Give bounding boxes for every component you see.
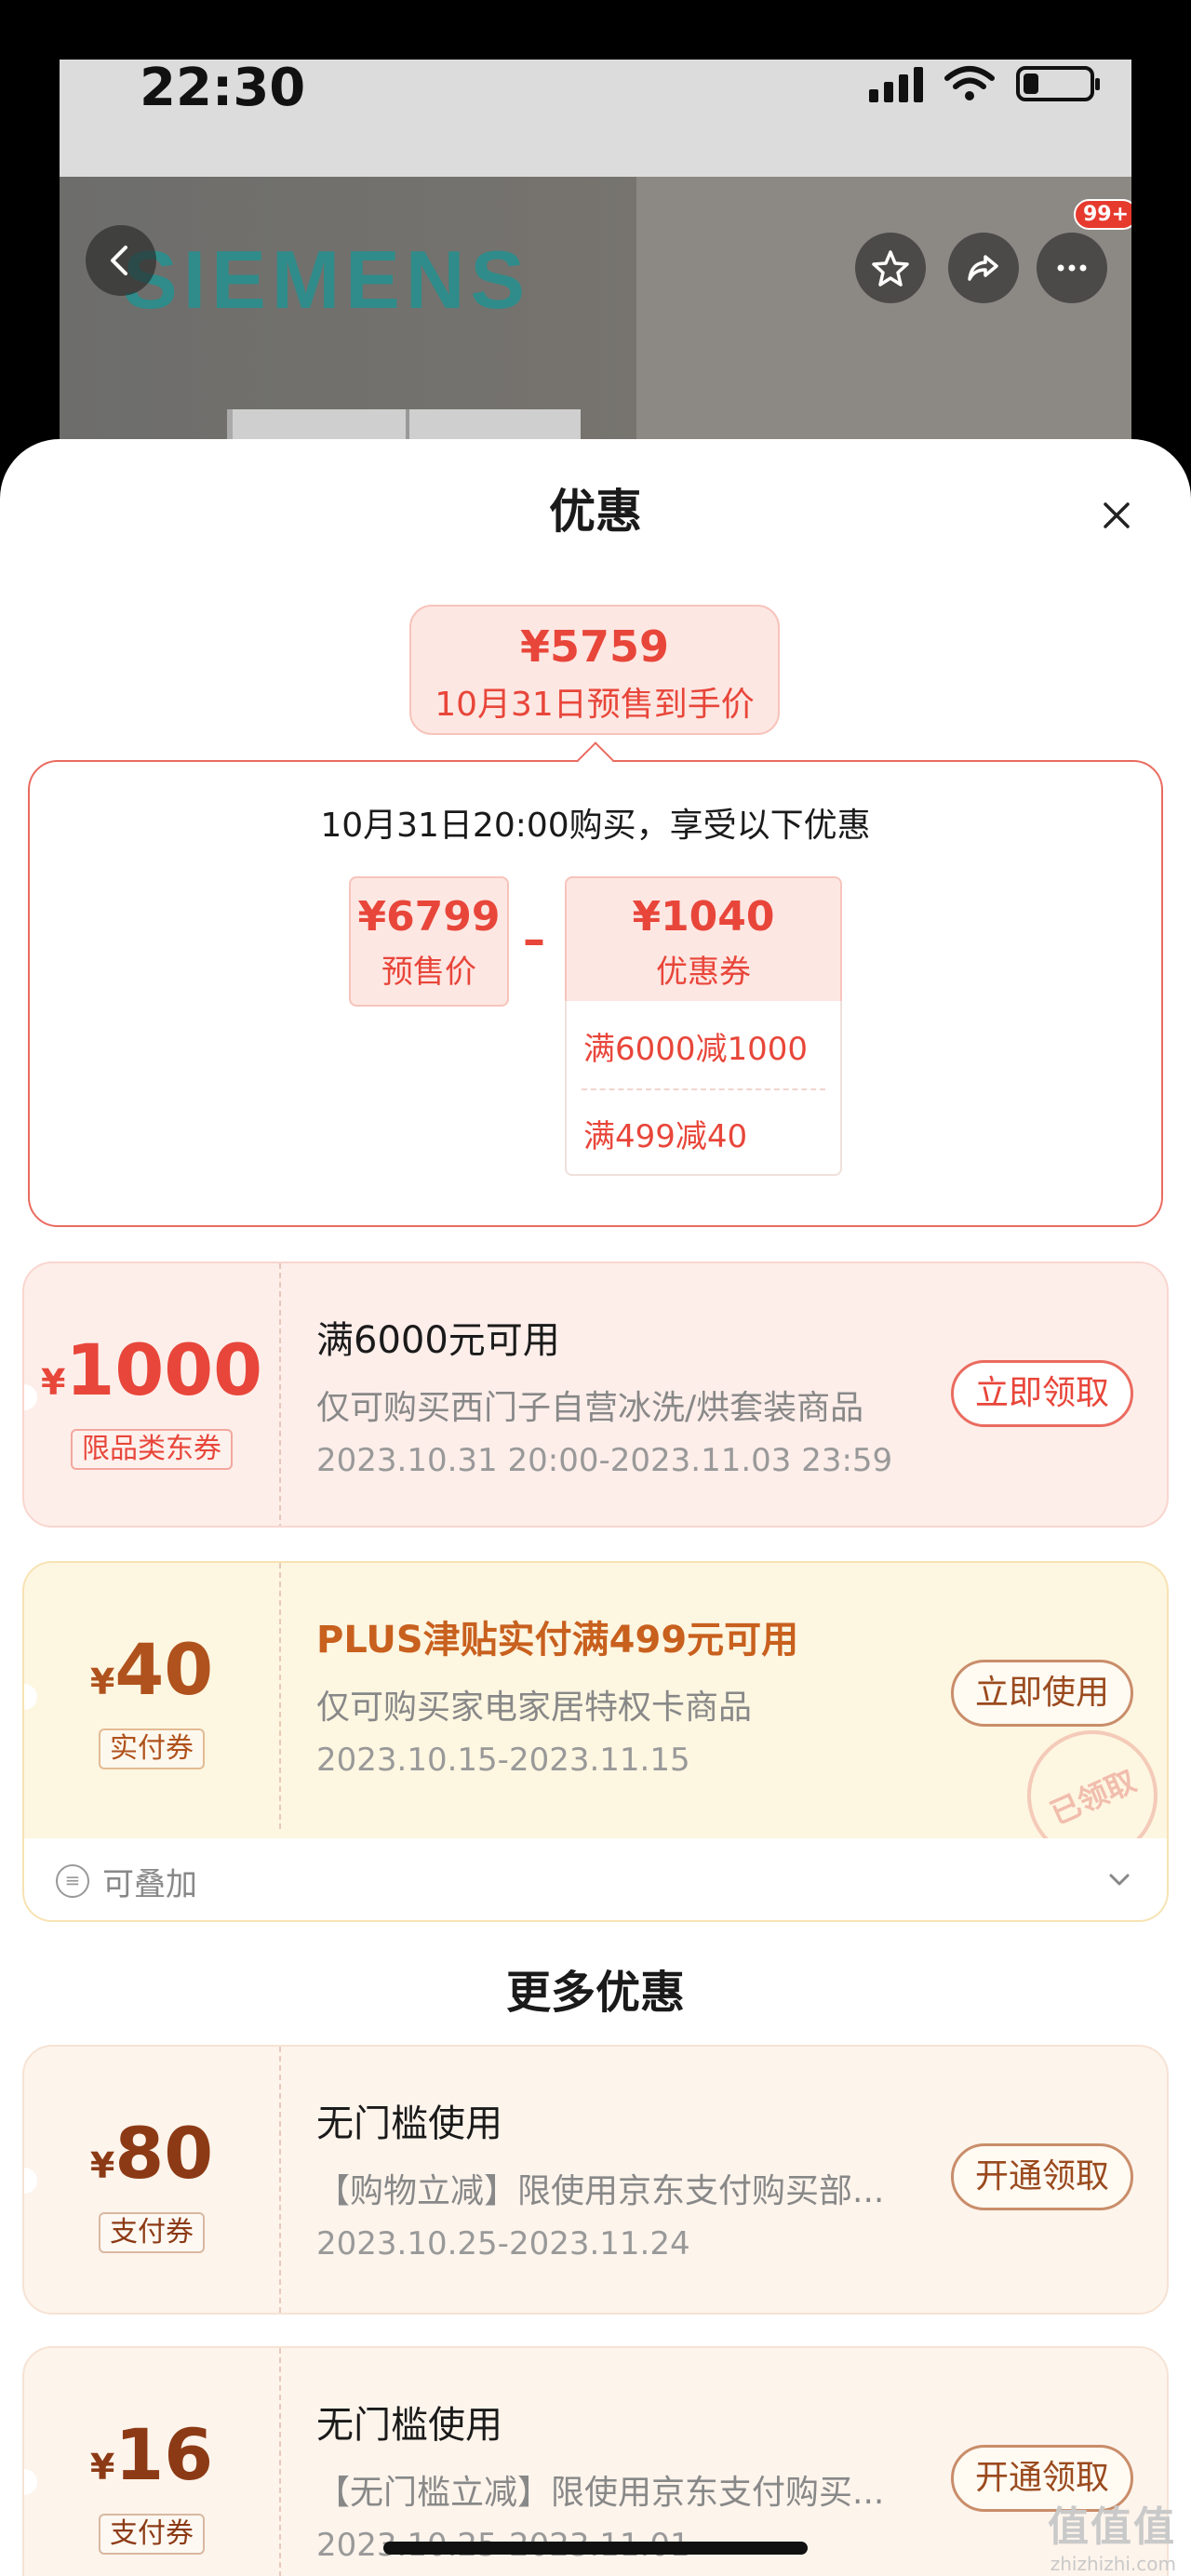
status-bar: 22:30: [60, 60, 1131, 177]
coupon-value: 80: [114, 2112, 214, 2195]
use-coupon-button[interactable]: 立即使用: [951, 1660, 1133, 1727]
coupon-description: 【无门槛立减】限使用京东支付购买...: [316, 2474, 885, 2512]
back-button[interactable]: [86, 225, 156, 296]
coupon-currency: ¥: [89, 2145, 115, 2186]
stackable-row[interactable]: ≡ 可叠加: [22, 1838, 1169, 1922]
presale-price-label: 预售价: [381, 954, 476, 991]
presale-price-pill: ¥6799 预售价: [349, 876, 509, 1007]
coupon-type-tag: 实付券: [99, 1728, 205, 1769]
calculation-header: 10月31日20:00购买，享受以下优惠: [320, 807, 871, 845]
coupon-description: 【购物立减】限使用京东支付购买部...: [316, 2172, 885, 2210]
signal-icon: [869, 65, 923, 102]
coupon-value: 1000: [65, 1328, 262, 1411]
coupon-type-tag: 支付券: [99, 2212, 205, 2253]
star-icon: [872, 250, 909, 287]
status-icons: [869, 65, 1100, 102]
coupon-card: ¥1000 限品类东券 满6000元可用 仅可购买西门子自营冰洗/烘套装商品 2…: [22, 1261, 1169, 1528]
sheet-title: 优惠: [549, 485, 642, 539]
coupon-type-tag: 限品类东券: [71, 1429, 233, 1470]
coupon-value-section: ¥40 实付券: [24, 1563, 281, 1829]
stack-icon: ≡: [56, 1864, 89, 1898]
chevron-down-icon: [1109, 1874, 1130, 1886]
more-dots-icon: [1057, 264, 1087, 272]
payment-coupon-card: ¥80 支付券 无门槛使用 【购物立减】限使用京东支付购买部... 2023.1…: [22, 2045, 1169, 2315]
coupon-total-label: 优惠券: [656, 954, 751, 991]
coupon-title: PLUS津贴实付满499元可用: [316, 1619, 799, 1662]
notification-badge: 99+: [1074, 199, 1131, 230]
discount-sheet: 优惠 ¥5759 10月31日预售到手价 10月31日20:00购买，享受以下优…: [0, 439, 1191, 2576]
coupon-total-amount: ¥1040: [632, 893, 775, 941]
coupon-card: ¥40 实付券 PLUS津贴实付满499元可用 仅可购买家电家居特权卡商品 20…: [22, 1561, 1169, 1879]
final-price-amount: ¥5759: [519, 621, 670, 672]
close-icon[interactable]: [1096, 495, 1137, 536]
coupon-currency: ¥: [89, 1662, 115, 1702]
coupon-breakdown-list: 满6000减1000 满499减40: [565, 1001, 842, 1176]
coupon-validity: 2023.10.25-2023.11.24: [316, 2225, 690, 2262]
coupon-value: 16: [114, 2413, 214, 2496]
coupon-description: 仅可购买西门子自营冰洗/烘套装商品: [316, 1389, 864, 1427]
stackable-label: 可叠加: [102, 1866, 197, 1903]
watermark-url: zhizhizhi.com: [1050, 2553, 1176, 2575]
watermark: 值值值 zhizhizhi.com: [1048, 2493, 1176, 2575]
coupon-description: 仅可购买家电家居特权卡商品: [316, 1688, 753, 1727]
status-time: 22:30: [140, 60, 306, 118]
final-price-box: ¥5759 10月31日预售到手价: [409, 605, 780, 735]
coupon-breakdown-item: 满6000减1000: [583, 1031, 809, 1068]
brand-logo: SIEMENS: [123, 234, 531, 326]
coupon-value-section: ¥1000 限品类东券: [24, 1263, 281, 1526]
watermark-logo: 值值值: [1048, 2503, 1176, 2551]
minus-operator: –: [523, 914, 545, 966]
coupon-title: 满6000元可用: [316, 1319, 560, 1362]
home-indicator[interactable]: [383, 2542, 808, 2555]
coupon-validity: 2023.10.15-2023.11.15: [316, 1742, 690, 1779]
coupon-validity: 2023.10.31 20:00-2023.11.03 23:59: [316, 1442, 893, 1479]
share-button[interactable]: [948, 233, 1019, 303]
coupon-type-tag: 支付券: [99, 2514, 205, 2555]
final-price-label: 10月31日预售到手价: [435, 686, 755, 724]
more-offers-title: 更多优惠: [505, 1967, 685, 2019]
divider: [582, 1088, 825, 1090]
coupon-value-section: ¥80 支付券: [24, 2047, 281, 2313]
wifi-icon: [944, 66, 995, 100]
coupon-breakdown-item: 满499减40: [583, 1118, 748, 1155]
coupon-value: 40: [114, 1628, 214, 1711]
battery-icon: [1016, 66, 1100, 101]
chevron-left-icon: [111, 246, 127, 275]
more-button[interactable]: [1037, 233, 1107, 303]
coupon-currency: ¥: [41, 1362, 66, 1403]
activate-claim-button[interactable]: 开通领取: [951, 2143, 1133, 2210]
share-icon: [968, 255, 998, 281]
presale-price-amount: ¥6799: [357, 893, 501, 941]
coupon-currency: ¥: [89, 2447, 115, 2488]
coupon-value-section: ¥16 支付券: [24, 2348, 281, 2576]
favorite-button[interactable]: [855, 233, 926, 303]
claim-coupon-button[interactable]: 立即领取: [951, 1360, 1133, 1427]
coupon-title: 无门槛使用: [316, 2404, 502, 2447]
coupon-title: 无门槛使用: [316, 2102, 502, 2145]
coupon-total-pill: ¥1040 优惠券: [565, 876, 842, 1007]
